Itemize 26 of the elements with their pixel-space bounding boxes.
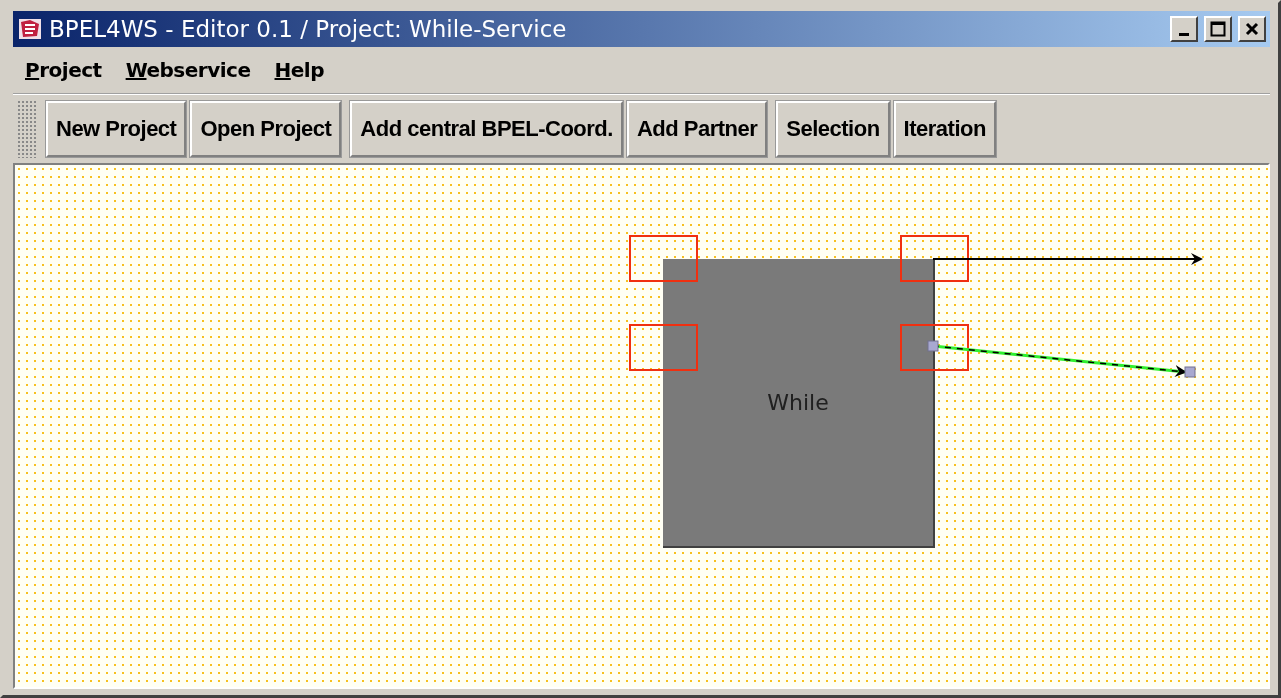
connector-arrow[interactable] [932,253,1203,265]
maximize-button[interactable] [1204,16,1232,42]
app-icon [17,16,43,42]
close-icon [1245,22,1259,36]
toolbar-button[interactable]: Iteration [893,101,996,157]
menu-item[interactable]: Webservice [125,58,251,82]
selection-handle[interactable] [629,324,698,371]
toolbar-button[interactable]: Add Partner [626,101,768,157]
selection-handle[interactable] [900,324,969,371]
minimize-icon [1179,32,1189,36]
window-title: BPEL4WS - Editor 0.1 / Project: While-Service [49,16,568,42]
menu-item[interactable]: Help [274,58,324,82]
toolbar-button[interactable]: Selection [776,101,890,157]
while-node[interactable]: While [663,259,935,548]
selection-handle[interactable] [629,235,698,282]
menu-item[interactable]: Project [25,58,102,82]
toolbar-grip[interactable] [17,100,37,158]
toolbar-button[interactable]: Open Project [190,101,342,157]
connector-arrow[interactable] [927,340,1196,378]
toolbar-button[interactable]: New Project [46,101,187,157]
toolbar-button[interactable]: Add central BPEL-Coord. [350,101,623,157]
maximize-icon [1210,21,1226,37]
minimize-button[interactable] [1170,16,1198,42]
selection-handle[interactable] [900,235,969,282]
close-button[interactable] [1238,16,1266,42]
node-label: While [767,390,829,415]
